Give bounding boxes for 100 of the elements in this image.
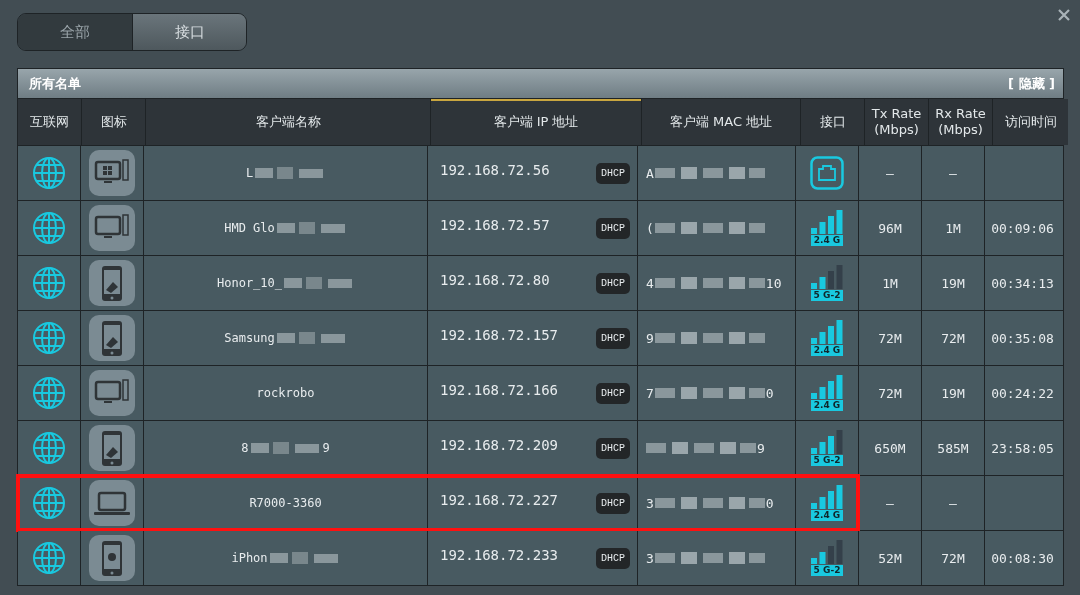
- mac-address: 7: [646, 385, 654, 401]
- ip-address: 192.168.72.56: [440, 162, 550, 178]
- client-name: 9: [322, 441, 330, 455]
- tx-rate: 1M: [882, 275, 898, 291]
- globe-icon: [32, 431, 66, 465]
- access-time: 00:08:30: [991, 550, 1054, 566]
- globe-icon: [32, 376, 66, 410]
- client-name: rockrobo: [256, 386, 315, 400]
- column-header[interactable]: 客户端 MAC 地址: [642, 99, 800, 145]
- client-name: L: [245, 166, 254, 180]
- column-header[interactable]: 接口: [801, 99, 864, 145]
- mac-address: 10: [765, 275, 782, 291]
- ip-address: 192.168.72.166: [440, 382, 558, 398]
- client-name: HMD Glo: [224, 221, 275, 235]
- access-time: 00:34:13: [991, 275, 1054, 291]
- band-label: 2.4 G: [810, 400, 844, 411]
- ip-address: 192.168.72.157: [440, 327, 558, 343]
- dhcp-badge: DHCP: [596, 162, 630, 184]
- band-label: 2.4 G: [810, 235, 844, 246]
- ethernet-port-icon: [810, 156, 844, 190]
- access-time: 00:24:22: [991, 385, 1054, 401]
- tx-rate: –: [886, 495, 894, 511]
- signal-strength-icon: [811, 485, 843, 509]
- column-header[interactable]: 客户端名称: [146, 99, 430, 145]
- signal-strength-icon: [811, 430, 843, 454]
- client-name: Samsung: [224, 331, 275, 345]
- dhcp-badge: DHCP: [596, 272, 630, 294]
- access-time: 00:35:08: [991, 330, 1054, 346]
- ip-address: 192.168.72.57: [440, 217, 550, 233]
- dhcp-badge: DHCP: [596, 327, 630, 349]
- mac-address: 0: [765, 385, 774, 401]
- dhcp-badge: DHCP: [596, 547, 630, 569]
- desktop-computer-icon: [89, 205, 135, 251]
- band-label: 5 G-2: [810, 565, 844, 576]
- mac-address: 9: [757, 440, 765, 456]
- android-phone-icon: [89, 315, 135, 361]
- mac-address: (: [646, 220, 654, 236]
- rx-rate: 1M: [945, 220, 961, 236]
- rx-rate: 19M: [941, 385, 965, 401]
- tab[interactable]: 全部: [18, 14, 132, 50]
- access-time: 23:58:05: [991, 440, 1054, 456]
- mac-address: 9: [646, 330, 654, 346]
- column-header[interactable]: Tx Rate (Mbps): [865, 99, 928, 145]
- band-label: 5 G-2: [810, 290, 844, 301]
- ip-address: 192.168.72.209: [440, 437, 558, 453]
- signal-strength-icon: [811, 320, 843, 344]
- android-phone-icon: [89, 425, 135, 471]
- signal-strength-icon: [811, 540, 843, 564]
- signal-strength-icon: [811, 210, 843, 234]
- band-label: 2.4 G: [810, 345, 844, 356]
- close-icon[interactable]: [1058, 9, 1070, 21]
- tab[interactable]: 接口: [132, 14, 246, 50]
- tx-rate: 72M: [878, 330, 902, 346]
- dhcp-badge: DHCP: [596, 382, 630, 404]
- mac-address: 4: [646, 275, 654, 291]
- signal-strength-icon: [811, 265, 843, 289]
- apple-phone-icon: [89, 535, 135, 581]
- client-name: iPhon: [231, 551, 268, 565]
- globe-icon: [32, 321, 66, 355]
- dhcp-badge: DHCP: [596, 217, 630, 239]
- access-time: 00:09:06: [991, 220, 1054, 236]
- globe-icon: [32, 156, 66, 190]
- client-name: R7000-3360: [249, 496, 322, 510]
- mac-address: 0: [765, 495, 774, 511]
- windows-desktop-icon: [89, 150, 135, 196]
- mac-address: 3: [646, 495, 654, 511]
- rx-rate: –: [949, 495, 957, 511]
- tx-rate: –: [886, 165, 894, 181]
- ip-address: 192.168.72.233: [440, 547, 558, 563]
- band-label: 2.4 G: [810, 510, 844, 521]
- column-header[interactable]: 访问时间: [993, 99, 1068, 145]
- tx-rate: 96M: [878, 220, 902, 236]
- column-header[interactable]: 图标: [82, 99, 145, 145]
- globe-icon: [32, 211, 66, 245]
- rx-rate: 585M: [937, 440, 969, 456]
- desktop-computer-icon: [89, 370, 135, 416]
- mac-address: A: [646, 165, 654, 181]
- dhcp-badge: DHCP: [596, 437, 630, 459]
- dhcp-badge: DHCP: [596, 492, 630, 514]
- rx-rate: 72M: [941, 550, 965, 566]
- globe-icon: [32, 266, 66, 300]
- client-name: Honor_10_: [217, 276, 282, 290]
- globe-icon: [32, 541, 66, 575]
- android-phone-icon: [89, 260, 135, 306]
- tx-rate: 52M: [878, 550, 902, 566]
- ip-address: 192.168.72.80: [440, 272, 550, 288]
- rx-rate: –: [949, 165, 957, 181]
- globe-icon: [32, 486, 66, 520]
- client-name: 8: [241, 441, 249, 455]
- column-header[interactable]: Rx Rate (Mbps): [929, 99, 992, 145]
- rx-rate: 19M: [941, 275, 965, 291]
- tx-rate: 650M: [874, 440, 906, 456]
- ip-address: 192.168.72.227: [440, 492, 558, 508]
- rx-rate: 72M: [941, 330, 965, 346]
- column-header[interactable]: 客户端 IP 地址: [431, 99, 641, 145]
- laptop-icon: [89, 480, 135, 526]
- panel-title: 所有名单: [29, 74, 81, 93]
- column-header[interactable]: 互联网: [18, 99, 81, 145]
- signal-strength-icon: [811, 375, 843, 399]
- mac-address: 3: [646, 550, 654, 566]
